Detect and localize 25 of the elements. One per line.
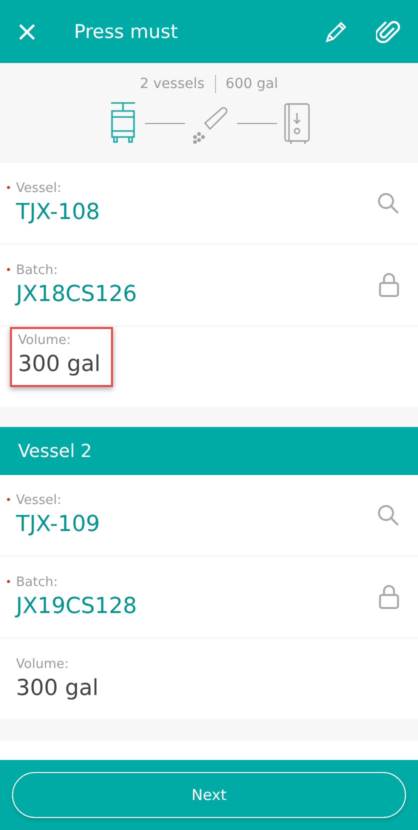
field-value[interactable]: TJX-108	[16, 200, 376, 225]
section-header: Vessel 2	[0, 427, 418, 475]
close-icon[interactable]	[18, 22, 36, 40]
tank-icon	[283, 101, 311, 145]
field-label: Volume:	[18, 333, 71, 348]
field-label: Batch:	[16, 575, 58, 590]
search-icon[interactable]	[376, 191, 400, 215]
field-value: 300 gal	[16, 676, 100, 701]
next-button[interactable]: Next	[12, 772, 406, 818]
field-value: JX19CS128	[16, 594, 138, 619]
field-label: Vessel:	[16, 181, 62, 196]
field-value[interactable]: TJX-109	[16, 512, 376, 537]
field-label: Volume:	[16, 657, 69, 672]
search-icon[interactable]	[376, 503, 400, 527]
lock-icon	[378, 584, 400, 610]
field-value: JX18CS126	[16, 282, 138, 307]
paperclip-icon[interactable]	[376, 18, 400, 44]
field-label: Vessel:	[16, 493, 62, 508]
vessel-count: 2 vessels	[140, 76, 205, 92]
field-value: 300 gal	[18, 352, 101, 377]
screen-title: Press must	[74, 20, 179, 42]
total-volume: 600 gal	[226, 76, 278, 92]
lock-icon	[378, 272, 400, 298]
field-label: Batch:	[16, 263, 58, 278]
pencil-icon[interactable]	[324, 20, 348, 44]
